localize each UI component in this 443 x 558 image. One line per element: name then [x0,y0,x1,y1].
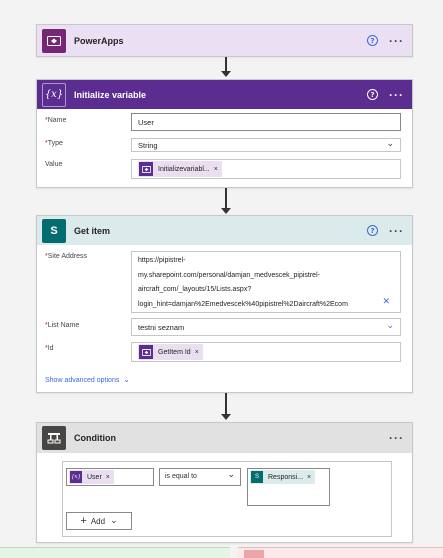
get-item-header[interactable]: S Get item ? ··· [37,216,412,245]
value-input[interactable]: Initializevariabl... × [131,159,401,179]
site-address-line: aircraft_com/_layouts/15/Lists.aspx? [138,286,252,293]
id-label-text: Id [47,345,54,352]
more-options-icon[interactable]: ··· [389,35,404,47]
condition-header[interactable]: Condition ··· [37,423,412,453]
show-advanced-options-label: Show advanced options [45,377,120,384]
powerapps-title: PowerApps [74,35,124,46]
if-no-branch[interactable] [238,547,443,558]
condition-card[interactable]: Condition ··· {x} User × is equal to ⌄ S… [36,422,413,543]
if-yes-branch[interactable] [0,547,230,558]
sharepoint-icon: S [42,218,66,243]
name-input-value: User [138,118,154,127]
id-input[interactable]: GetItem Id × [131,342,401,362]
response-token[interactable]: S Responsi... × [250,470,316,484]
get-item-card[interactable]: S Get item ? ··· *Site Address https://p… [36,215,413,393]
operator-value: is equal to [165,473,197,480]
variable-icon-glyph: {x} [44,89,64,100]
variable-icon: {x} [70,471,82,483]
powerapps-card[interactable]: PowerApps ? ··· [36,24,413,57]
initialize-variable-header[interactable]: {x} Initialize variable ? ··· [37,80,412,109]
site-address-label-text: Site Address [47,253,88,260]
site-address-input[interactable]: https://pipistrel- my.sharepoint.com/per… [131,251,401,313]
response-token-label: Responsi... [268,473,304,481]
powerapps-icon [139,345,153,359]
close-icon[interactable]: × [106,474,114,481]
more-options-icon[interactable]: ··· [389,89,404,101]
condition-title: Condition [74,433,116,443]
list-name-label-text: List Name [47,322,80,329]
help-icon[interactable]: ? [367,35,378,46]
list-name-label: *List Name [45,322,79,329]
id-token[interactable]: GetItem Id × [138,344,203,360]
get-item-title: Get item [74,225,111,236]
site-address-line: https://pipistrel- [138,257,186,264]
sharepoint-icon-glyph: S [50,224,58,237]
chevron-down-icon: ⌄ [227,470,235,480]
id-token-label: GetItem Id [158,348,191,356]
type-label-text: Type [47,140,63,147]
close-icon[interactable]: × [214,166,222,173]
initialize-variable-title: Initialize variable [74,89,147,100]
more-options-icon[interactable]: ··· [389,432,404,444]
name-label: *Name [45,117,66,124]
condition-glyph [47,433,61,444]
variable-icon: {x} [42,82,66,107]
type-dropdown[interactable]: String ⌄ [131,138,401,152]
if-no-icon [244,550,264,558]
plus-icon: + [80,514,87,527]
value-token-label: Initializevariabl... [158,165,210,173]
list-name-value: testni seznam [138,323,185,332]
add-button-label: Add [90,516,106,526]
clear-icon[interactable]: ✕ [382,295,390,310]
user-token[interactable]: {x} User × [69,470,114,484]
flow-arrow [221,393,231,421]
value-token[interactable]: Initializevariabl... × [138,161,222,177]
initialize-variable-card[interactable]: {x} Initialize variable ? ··· *Name User… [36,79,413,188]
chevron-down-icon: ⌄ [386,139,394,149]
type-dropdown-value: String [138,141,158,150]
powerapps-icon [42,28,66,53]
condition-row: {x} User × is equal to ⌄ S Responsi... ×… [62,461,392,537]
add-button[interactable]: + Add ⌄ [66,512,132,530]
sharepoint-icon: S [251,471,263,483]
powerapps-icon [139,162,153,176]
powerapps-logo-glyph [47,35,61,46]
flow-arrow [221,57,231,78]
name-label-text: Name [47,117,67,124]
value-label: Value [45,161,63,168]
chevron-down-icon: ⌄ [110,516,118,526]
right-operand-input[interactable]: S Responsi... × [247,468,330,506]
help-icon[interactable]: ? [367,225,378,236]
site-address-label: *Site Address [45,253,87,260]
close-icon[interactable]: × [195,349,203,356]
help-icon[interactable]: ? [367,89,378,100]
operator-dropdown[interactable]: is equal to ⌄ [159,468,241,486]
site-address-line: login_hint=damjan%2Emedvescek%40pipistre… [138,300,348,308]
condition-icon [42,426,66,450]
type-label: *Type [45,140,63,147]
more-options-icon[interactable]: ··· [389,225,404,237]
name-input[interactable]: User [131,113,401,131]
powerapps-header[interactable]: PowerApps ? ··· [37,25,412,56]
chevron-down-icon: ⌄ [123,375,130,384]
close-icon[interactable]: × [307,474,315,481]
left-operand-input[interactable]: {x} User × [66,468,154,486]
flow-arrow [221,188,231,215]
site-address-line: my.sharepoint.com/personal/damjan_medves… [138,271,320,279]
list-name-dropdown[interactable]: testni seznam ⌄ [131,318,401,336]
show-advanced-options-link[interactable]: Show advanced options ⌄ [45,375,130,384]
id-label: *Id [45,345,54,352]
chevron-down-icon: ⌄ [386,321,394,331]
user-token-label: User [87,473,102,481]
